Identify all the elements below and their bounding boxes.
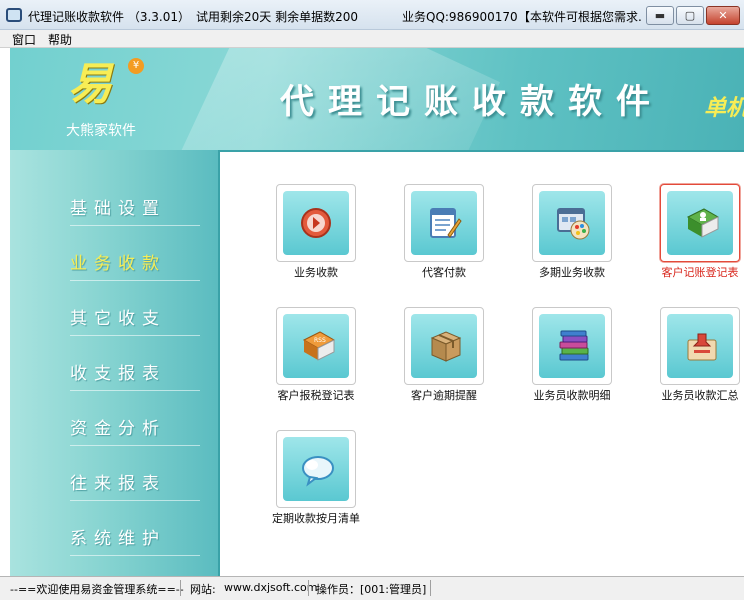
status-divider — [180, 580, 181, 596]
green-book-user-icon — [686, 208, 720, 238]
status-operator: 操作员：[001:管理员] — [316, 583, 427, 596]
title-bar: 代理记账收款软件 （3.3.01） 试用剩余20天 剩余单据数200 业务QQ:… — [0, 0, 744, 30]
app-icon — [6, 8, 22, 22]
sidebar-item-income-reports[interactable]: 收支报表 — [10, 351, 218, 391]
tile-label: 业务员收款汇总 — [661, 389, 739, 402]
cloud-chat-icon — [302, 456, 334, 487]
menu-help[interactable]: 帮助 — [48, 31, 72, 48]
status-bar: --==欢迎使用易资金管理系统==-- 网站: www.dxjsoft.com … — [0, 576, 744, 600]
menu-window[interactable]: 窗口 — [12, 31, 36, 48]
stamp-box-icon — [687, 333, 717, 361]
coin-icon: ¥ — [128, 58, 144, 74]
tile-client-overdue-reminder[interactable]: 客户逾期提醒 — [348, 307, 484, 415]
rss-book-icon: RSS — [302, 331, 336, 361]
sidebar-item-label: 业务收款 — [70, 254, 166, 274]
window-title: 代理记账收款软件 （3.3.01） — [28, 10, 190, 24]
sidebar-item-system-maintenance[interactable]: 系统维护 — [10, 516, 218, 556]
tile-periodic-monthly-list[interactable]: 定期收款按月清单 — [220, 430, 360, 538]
notice-text[interactable]: 【本软件可根据您需求... — [518, 8, 642, 25]
minimize-button[interactable]: ▬ — [646, 6, 674, 25]
sidebar-item-label: 基础设置 — [70, 199, 166, 219]
status-welcome: --==欢迎使用易资金管理系统==-- — [10, 583, 184, 596]
main-panel: 业务收款 代客付款 多期业务收款 客户记账登记表 RSS 客户报税登记表 客户逾… — [220, 150, 744, 576]
sidebar-item-basic-settings[interactable]: 基础设置 — [10, 186, 218, 226]
divider — [70, 225, 200, 226]
package-box-icon — [430, 331, 462, 362]
sidebar-item-label: 系统维护 — [70, 529, 166, 549]
tile-label: 客户记账登记表 — [661, 266, 739, 279]
sidebar-item-label: 资金分析 — [70, 419, 166, 439]
book-stack-icon — [559, 330, 589, 361]
sidebar: 基础设置 业务收款 其它收支 收支报表 资金分析 往来报表 系统维护 — [10, 150, 220, 576]
status-site-label: 网站: — [190, 583, 216, 596]
header-banner: 易 ¥ 大熊家软件 代理记账收款软件 单机 — [10, 48, 744, 150]
tile-multi-period-receipts[interactable]: 多期业务收款 — [476, 184, 612, 292]
close-button[interactable]: ✕ — [706, 6, 740, 25]
svg-text:RSS: RSS — [314, 337, 326, 344]
divider — [70, 390, 200, 391]
tile-label: 定期收款按月清单 — [272, 512, 360, 525]
tile-client-bookkeeping-register[interactable]: 客户记账登记表 — [604, 184, 740, 292]
divider — [70, 500, 200, 501]
palette-window-icon — [557, 208, 590, 240]
sidebar-item-account-reports[interactable]: 往来报表 — [10, 461, 218, 501]
sidebar-item-label: 收支报表 — [70, 364, 166, 384]
divider — [70, 280, 200, 281]
tile-salesperson-receipt-detail[interactable]: 业务员收款明细 — [476, 307, 612, 415]
sidebar-item-other-income-expense[interactable]: 其它收支 — [10, 296, 218, 336]
divider — [70, 335, 200, 336]
divider — [70, 445, 200, 446]
sidebar-item-fund-analysis[interactable]: 资金分析 — [10, 406, 218, 446]
tile-agent-payment[interactable]: 代客付款 — [348, 184, 484, 292]
status-site-link[interactable]: www.dxjsoft.com — [224, 581, 317, 594]
sidebar-item-business-receipts[interactable]: 业务收款 — [10, 241, 218, 281]
status-divider — [430, 580, 431, 596]
trial-info: 试用剩余20天 剩余单据数200 — [196, 10, 358, 24]
red-arrow-circle-icon — [301, 208, 331, 238]
divider — [70, 555, 200, 556]
status-divider — [308, 580, 309, 596]
brand-name: 大熊家软件 — [66, 123, 136, 139]
tile-business-receipts[interactable]: 业务收款 — [220, 184, 356, 292]
tile-salesperson-receipt-summary[interactable]: 业务员收款汇总 — [604, 307, 740, 415]
banner-subtitle: 单机 — [704, 96, 744, 121]
notepad-pen-icon — [430, 208, 462, 238]
maximize-button[interactable]: ▢ — [676, 6, 704, 25]
sidebar-item-label: 往来报表 — [70, 474, 166, 494]
sidebar-item-label: 其它收支 — [70, 309, 166, 329]
tile-client-tax-register[interactable]: RSS 客户报税登记表 — [220, 307, 356, 415]
menu-bar: 窗口 帮助 — [0, 30, 744, 48]
banner-title: 代理记账收款软件 — [280, 82, 664, 122]
qq-info: 业务QQ:986900170 — [402, 10, 518, 24]
